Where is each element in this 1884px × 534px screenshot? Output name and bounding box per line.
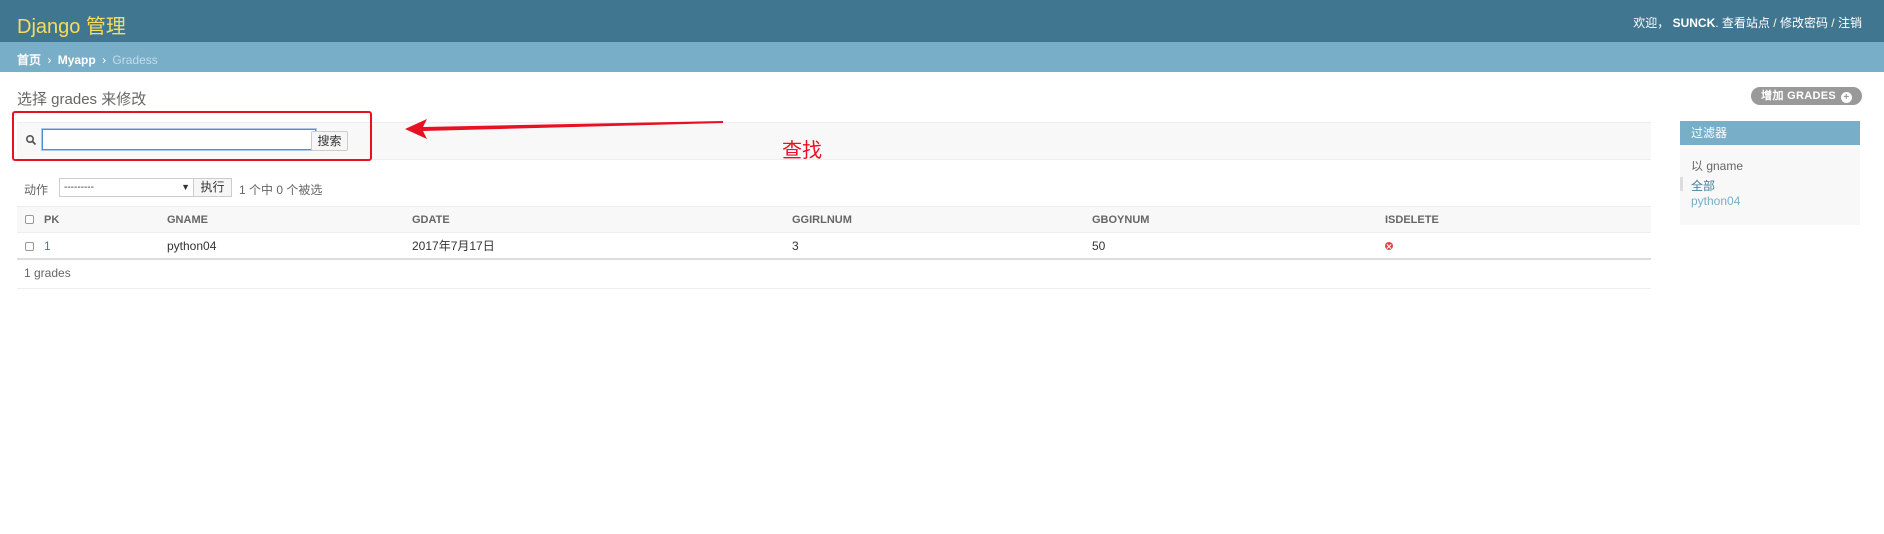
breadcrumb: 首页 › Myapp › Gradess xyxy=(0,42,1884,72)
tools-separator: / xyxy=(1769,16,1780,30)
column-header-pk[interactable]: PK xyxy=(44,206,167,233)
table-header-row: PK GNAME GDATE GGIRLNUM GBOYNUM ISDELETE xyxy=(17,206,1651,233)
filter-selected-indicator xyxy=(1680,177,1683,191)
annotation-text: 查找 xyxy=(782,140,822,162)
annotation-arrow-icon xyxy=(405,119,723,139)
username: SUNCK xyxy=(1672,16,1716,30)
column-header-gname[interactable]: GNAME xyxy=(167,206,412,233)
site-brand[interactable]: Django 管理 xyxy=(17,10,126,39)
column-header-gboynum[interactable]: GBOYNUM xyxy=(1092,206,1385,233)
breadcrumb-separator: › xyxy=(47,53,52,67)
filter-heading: 过滤器 xyxy=(1680,121,1860,145)
select-all-checkbox[interactable] xyxy=(25,215,34,225)
action-select-value: --------- xyxy=(64,182,94,193)
tools-separator: / xyxy=(1827,16,1838,30)
filter-option-python04[interactable]: python04 xyxy=(1691,194,1740,208)
result-count: 1 grades xyxy=(24,266,71,280)
page-title: 选择 grades 来修改 xyxy=(17,91,147,108)
column-header-gdate[interactable]: GDATE xyxy=(412,206,792,233)
actions-label: 动作 xyxy=(24,183,49,197)
filter-by-label: 以 gname xyxy=(1691,159,1744,173)
add-button-label: 增加 GRADES xyxy=(1761,90,1836,102)
site-header: Django 管理 欢迎， SUNCK. 查看站点 / 修改密码 / 注销 xyxy=(0,0,1884,42)
column-header-ggirlnum[interactable]: GGIRLNUM xyxy=(792,206,1092,233)
breadcrumb-separator: › xyxy=(102,53,107,67)
paginator: 1 grades xyxy=(17,258,1651,289)
run-action-button[interactable]: 执行 xyxy=(193,178,232,197)
logout-link[interactable]: 注销 xyxy=(1838,16,1862,30)
breadcrumb-home[interactable]: 首页 xyxy=(17,53,41,67)
action-select[interactable]: --------- ▼ xyxy=(59,178,194,197)
annotation-highlight-box xyxy=(12,111,372,161)
user-tools: 欢迎， SUNCK. 查看站点 / 修改密码 / 注销 xyxy=(1633,14,1862,31)
action-counter: 1 个中 0 个被选 xyxy=(239,183,323,197)
table-row: 1 python04 2017年7月17日 3 50 xyxy=(17,232,1651,260)
change-password-link[interactable]: 修改密码 xyxy=(1780,16,1828,30)
breadcrumb-current: Gradess xyxy=(112,53,158,67)
row-select-cell xyxy=(17,232,44,260)
breadcrumb-app[interactable]: Myapp xyxy=(58,53,96,67)
cell-gdate: 2017年7月17日 xyxy=(412,232,792,260)
result-table: PK GNAME GDATE GGIRLNUM GBOYNUM ISDELETE… xyxy=(17,206,1651,260)
cell-pk: 1 xyxy=(44,232,167,260)
add-grades-button[interactable]: 增加 GRADES + xyxy=(1751,87,1862,105)
cell-gname: python04 xyxy=(167,232,412,260)
view-site-link[interactable]: 查看站点 xyxy=(1722,16,1770,30)
row-pk-link[interactable]: 1 xyxy=(44,239,51,253)
false-icon xyxy=(1385,242,1393,251)
filter-option-all[interactable]: 全部 xyxy=(1691,177,1715,194)
chevron-down-icon: ▼ xyxy=(181,182,190,192)
plus-icon: + xyxy=(1841,92,1852,103)
cell-ggirlnum: 3 xyxy=(792,232,1092,260)
column-header-isdelete[interactable]: ISDELETE xyxy=(1385,206,1651,233)
filter-panel: 过滤器 以 gname 全部 python04 xyxy=(1680,121,1860,225)
row-checkbox[interactable] xyxy=(25,241,34,251)
cell-gboynum: 50 xyxy=(1092,232,1385,260)
select-all-cell xyxy=(17,206,44,233)
cell-isdelete xyxy=(1385,232,1651,260)
welcome-text: 欢迎， xyxy=(1633,16,1670,30)
user-punct: . xyxy=(1715,16,1719,30)
